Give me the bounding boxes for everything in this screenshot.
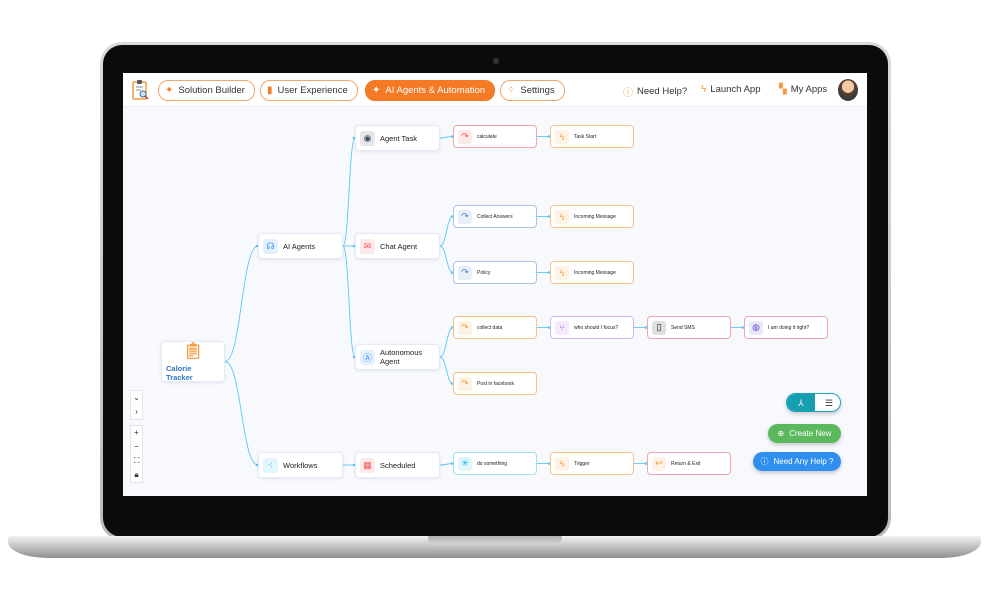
node-label: Send SMS (671, 324, 695, 331)
app-screen: ✦ Solution Builder ▮ User Experience ✦ AI A… (123, 73, 867, 496)
flow-node[interactable]: ↷ Policy (453, 261, 537, 284)
node-label: calculate (477, 133, 497, 140)
flow-node[interactable]: ϟ Incoming Message (550, 205, 634, 228)
chevron-right-icon[interactable]: › (131, 405, 142, 419)
list-view-icon[interactable]: ☰ (817, 394, 840, 411)
node-label: Autonomous Agent (380, 348, 423, 366)
ai-shield-icon: Ⓐ (360, 349, 375, 365)
flow-edge (439, 216, 454, 247)
flow-node[interactable]: Ⓐ Autonomous Agent (355, 344, 440, 370)
node-label: Incoming Message (574, 213, 616, 220)
node-label: Workflows (283, 460, 318, 470)
flow-edge (342, 137, 356, 247)
node-label: Agent Task (380, 133, 417, 143)
flow-node[interactable]: ↩ Return & Exit (647, 452, 731, 475)
fit-view-icon[interactable]: ⛶ (131, 454, 142, 468)
flow-node[interactable]: ⁖ Workflows (258, 452, 343, 478)
plus-circle-icon: ⊕ (777, 429, 785, 438)
flow-edge (224, 361, 259, 466)
flow-node[interactable]: ↷ Collect Answers (453, 205, 537, 228)
flow-node[interactable]: ϟ Incoming Message (550, 261, 634, 284)
flow-node[interactable]: ✳ do something (453, 452, 537, 475)
node-label: I am doing it right? (768, 324, 810, 331)
route-icon: ↷ (458, 129, 472, 144)
ai-globe-icon: ◍ (749, 320, 763, 335)
bolt-icon: ϟ (555, 456, 569, 471)
collapse-controls: ⌄ › (130, 390, 143, 420)
minus-icon[interactable]: − (131, 440, 142, 454)
robot-icon: ◉ (360, 130, 375, 146)
bolt-icon: ϟ (555, 129, 569, 144)
node-label: who should I focus? (574, 324, 619, 331)
route-icon: ↷ (458, 209, 472, 224)
network-icon: ✳ (458, 456, 472, 471)
zoom-controls: + − ⛶ 🔒︎ (130, 425, 143, 483)
node-label: Chat Agent (380, 241, 418, 251)
brain-icon: ☊ (263, 238, 278, 254)
sms-phone-icon: ▯ (652, 320, 666, 335)
view-toggle[interactable]: ⅄ ☰ (786, 393, 841, 412)
create-new-button[interactable]: ⊕ Create New (768, 424, 841, 443)
branch-icon: ⑂ (555, 320, 569, 335)
flow-node[interactable]: ◍ I am doing it right? (744, 316, 828, 339)
flow-node[interactable]: ▯ Send SMS (647, 316, 731, 339)
flow-node[interactable]: ◉ Agent Task (355, 125, 440, 151)
flow-node[interactable]: ✉ Chat Agent (355, 233, 440, 259)
node-label: Post in facebook (477, 380, 514, 387)
route-icon: ↷ (458, 265, 472, 280)
plus-icon[interactable]: + (131, 426, 142, 440)
clipboard-icon: 📋︎ (182, 343, 204, 360)
flow-edge (439, 327, 454, 358)
flow-edge (342, 245, 356, 358)
tree-view-icon[interactable]: ⅄ (787, 394, 815, 411)
route-icon: ↷ (458, 320, 472, 335)
flow-edge (439, 245, 454, 273)
node-label: Return & Exit (671, 460, 701, 467)
node-label: Scheduled (380, 460, 416, 470)
chat-icon: ✉ (360, 238, 375, 254)
node-label: Collect Answers (477, 213, 513, 220)
node-label: Calorie Tracker (166, 364, 193, 382)
flow-node[interactable]: ϟ Task Start (550, 125, 634, 148)
node-label: Incoming Message (574, 269, 616, 276)
flow-edge (439, 356, 454, 384)
node-label: Policy (477, 269, 491, 276)
node-label: Task Start (574, 133, 597, 140)
flow-node[interactable]: ⑂ who should I focus? (550, 316, 634, 339)
flow-node[interactable]: ϟ Trigger (550, 452, 634, 475)
laptop-notch (428, 536, 562, 545)
flow-node[interactable]: ▦ Scheduled (355, 452, 440, 478)
lock-icon[interactable]: 🔒︎ (131, 468, 142, 482)
route-icon: ↷ (458, 376, 472, 391)
flow-node[interactable]: 📋︎ Calorie Tracker (161, 341, 225, 382)
flow-node[interactable]: ↷ calculate (453, 125, 537, 148)
question-circle-icon: ⓘ (760, 457, 769, 466)
workflow-icon: ⁖ (263, 457, 278, 473)
chevron-down-icon[interactable]: ⌄ (131, 391, 142, 405)
return-icon: ↩ (652, 456, 666, 471)
bolt-icon: ϟ (555, 265, 569, 280)
flow-node[interactable]: ↷ collect data (453, 316, 537, 339)
calendar-icon: ▦ (360, 457, 375, 473)
node-label: collect data (477, 324, 503, 331)
flow-node[interactable]: ☊ AI Agents (258, 233, 343, 259)
node-label: AI Agents (283, 241, 316, 251)
bolt-icon: ϟ (555, 209, 569, 224)
flow-node[interactable]: ↷ Post in facebook (453, 372, 537, 395)
flow-edge (224, 245, 259, 362)
node-label: do something (477, 460, 508, 467)
node-label: Trigger (574, 460, 590, 467)
camera (493, 58, 499, 64)
need-any-help-button[interactable]: ⓘ Need Any Help ? (753, 452, 841, 471)
